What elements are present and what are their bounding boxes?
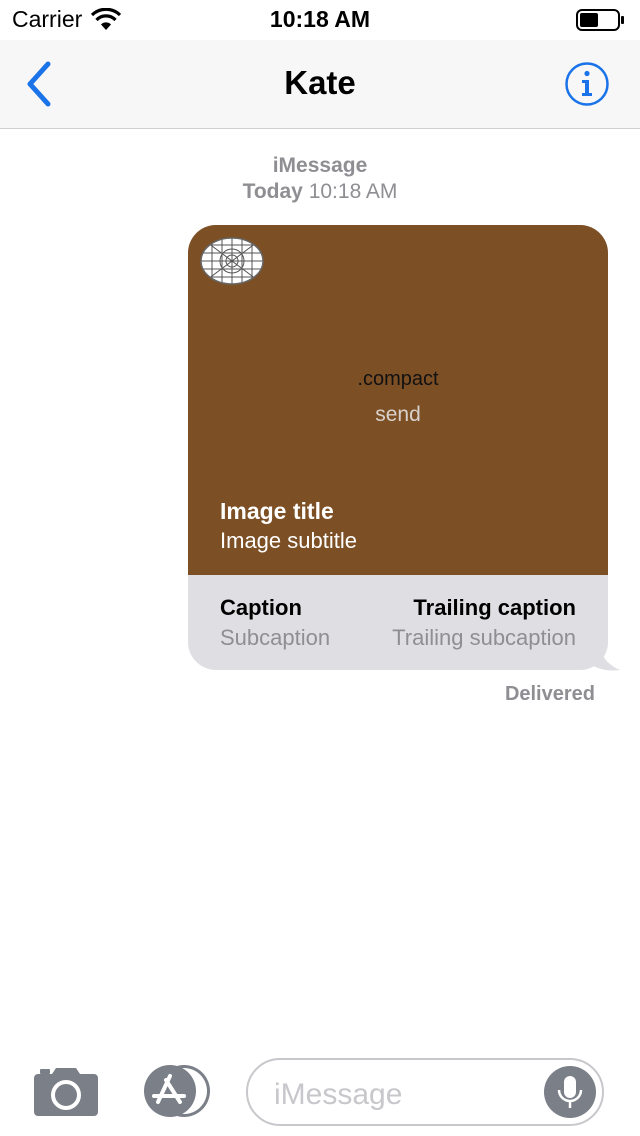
status-time: 10:18 AM (269, 6, 371, 32)
microphone-icon[interactable] (544, 1066, 596, 1118)
timestamp: Today 10:18 AM (0, 180, 640, 204)
status-bar: Carrier 10:18 AM (0, 0, 640, 40)
image-title: Image title (220, 498, 334, 524)
trailing-subcaption: Trailing subcaption (392, 625, 576, 650)
caption-area: Caption Subcaption Trailing caption Trai… (188, 575, 608, 670)
service-label: iMessage (272, 154, 368, 177)
delivery-status: Delivered (504, 683, 595, 705)
message-image[interactable]: .compact send Image title Image subtitle (188, 225, 608, 575)
conversation-title[interactable]: Kate (0, 64, 640, 102)
app-store-icon[interactable] (140, 1064, 214, 1118)
message-input[interactable]: iMessage (246, 1058, 604, 1126)
battery-icon (576, 9, 624, 31)
timestamp-time: 10:18 AM (308, 180, 398, 203)
layout-label: .compact (357, 368, 439, 390)
caption: Caption (220, 595, 302, 620)
timestamp-day: Today (242, 180, 303, 203)
trailing-caption: Trailing caption (413, 595, 576, 620)
message-bubble[interactable]: .compact send Image title Image subtitle… (188, 225, 608, 670)
image-subtitle: Image subtitle (220, 528, 357, 553)
message-input-placeholder: iMessage (274, 1078, 403, 1111)
app-icon (200, 237, 264, 285)
layout-sublabel: send (375, 403, 421, 426)
subcaption: Subcaption (220, 625, 331, 650)
navigation-bar: Kate (0, 40, 640, 129)
info-icon[interactable] (564, 61, 610, 107)
camera-icon[interactable] (34, 1066, 98, 1116)
